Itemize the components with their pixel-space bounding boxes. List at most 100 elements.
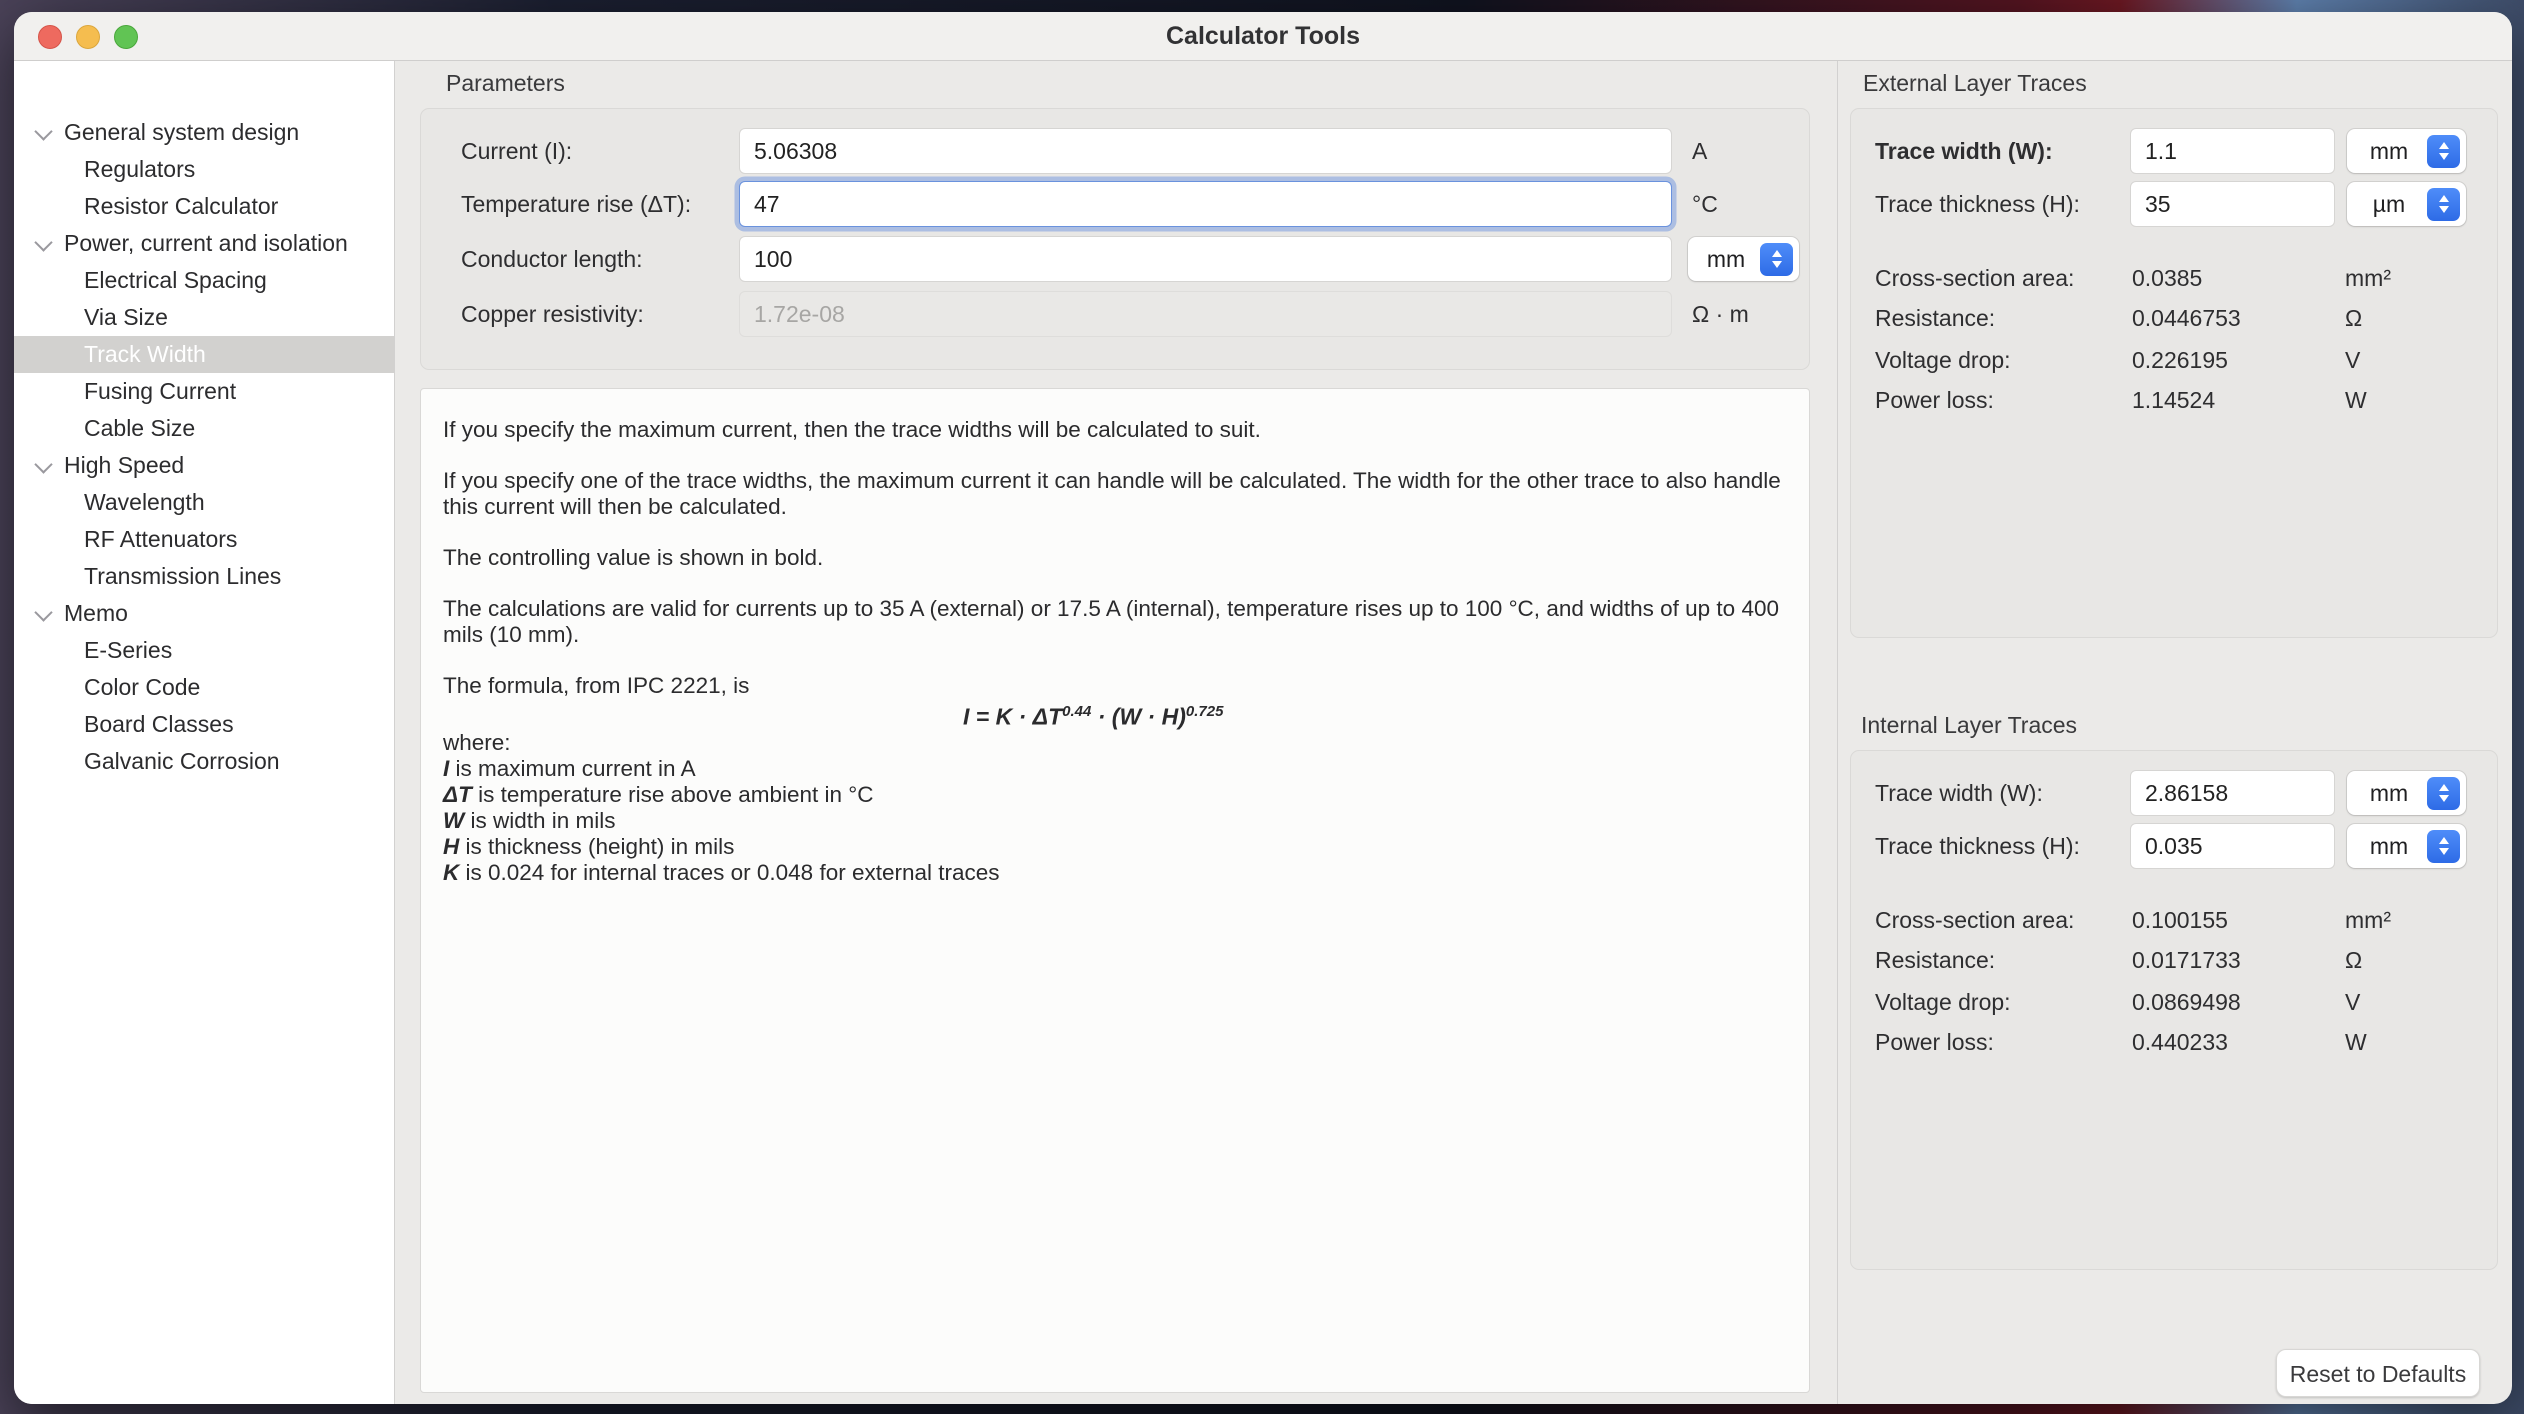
internal-trace-thickness-input[interactable] xyxy=(2130,823,2335,869)
result-unit: Ω xyxy=(2345,298,2362,338)
result-unit: V xyxy=(2345,982,2360,1022)
external-voltage-drop-row: Voltage drop: 0.226195 V xyxy=(1851,340,2497,380)
internal-power-loss-row: Power loss: 0.440233 W xyxy=(1851,1022,2497,1062)
chevron-down-icon[interactable] xyxy=(34,233,52,251)
stepper-icon xyxy=(2427,777,2460,810)
temperature-rise-row: Temperature rise (ΔT): °C xyxy=(421,181,1809,227)
external-trace-width-row: Trace width (W): mm xyxy=(1851,128,2497,174)
internal-trace-thickness-unit-select[interactable]: mm xyxy=(2347,824,2466,868)
internal-trace-width-label: Trace width (W): xyxy=(1875,770,2043,816)
unit-select-value: mm xyxy=(2347,780,2427,807)
sidebar-item-power-current-and-isolation[interactable]: Power, current and isolation xyxy=(14,225,394,262)
conductor-length-row: Conductor length: mm xyxy=(421,236,1809,282)
result-unit: mm² xyxy=(2345,258,2391,298)
sidebar-item-transmission-lines[interactable]: Transmission Lines xyxy=(14,558,394,595)
result-value: 0.0385 xyxy=(2132,258,2202,298)
external-trace-thickness-input[interactable] xyxy=(2130,181,2335,227)
sidebar-item-galvanic-corrosion[interactable]: Galvanic Corrosion xyxy=(14,743,394,780)
sidebar-item-wavelength[interactable]: Wavelength xyxy=(14,484,394,521)
sidebar-item-general-system-design[interactable]: General system design xyxy=(14,114,394,151)
sidebar-item-label: Power, current and isolation xyxy=(64,225,348,262)
external-resistance-row: Resistance: 0.0446753 Ω xyxy=(1851,298,2497,338)
result-value: 0.440233 xyxy=(2132,1022,2228,1062)
external-trace-thickness-unit-select[interactable]: µm xyxy=(2347,182,2466,226)
sidebar-item-label: Via Size xyxy=(84,299,168,336)
temperature-rise-unit: °C xyxy=(1692,181,1718,227)
internal-trace-width-input[interactable] xyxy=(2130,770,2335,816)
parameters-groupbox: Current (I): A Temperature rise (ΔT): °C… xyxy=(420,108,1810,370)
sidebar-item-memo[interactable]: Memo xyxy=(14,595,394,632)
sidebar-item-cable-size[interactable]: Cable Size xyxy=(14,410,394,447)
external-section-label: External Layer Traces xyxy=(1863,70,2087,97)
internal-trace-width-row: Trace width (W): mm xyxy=(1851,770,2497,816)
result-label: Power loss: xyxy=(1875,1022,1994,1062)
help-text-panel: If you specify the maximum current, then… xyxy=(420,388,1810,1393)
sidebar-item-via-size[interactable]: Via Size xyxy=(14,299,394,336)
external-groupbox: Trace width (W): mm Trace thickness (H):… xyxy=(1850,108,2498,638)
temperature-rise-input[interactable] xyxy=(739,181,1672,227)
help-paragraph: The calculations are valid for currents … xyxy=(443,596,1785,648)
sidebar-item-label: High Speed xyxy=(64,447,184,484)
sidebar-item-color-code[interactable]: Color Code xyxy=(14,669,394,706)
sidebar-item-label: Transmission Lines xyxy=(84,558,281,595)
stepper-icon xyxy=(2427,135,2460,168)
internal-trace-thickness-row: Trace thickness (H): mm xyxy=(1851,823,2497,869)
current-label: Current (I): xyxy=(461,128,572,174)
sidebar-item-label: Board Classes xyxy=(84,706,234,743)
result-label: Resistance: xyxy=(1875,298,1995,338)
panel-divider xyxy=(1837,61,1838,1404)
internal-trace-width-unit-select[interactable]: mm xyxy=(2347,771,2466,815)
sidebar-item-electrical-spacing[interactable]: Electrical Spacing xyxy=(14,262,394,299)
conductor-length-input[interactable] xyxy=(739,236,1672,282)
internal-cross-section-row: Cross-section area: 0.100155 mm² xyxy=(1851,900,2497,940)
sidebar-item-label: Fusing Current xyxy=(84,373,236,410)
external-power-loss-row: Power loss: 1.14524 W xyxy=(1851,380,2497,420)
result-value: 0.0869498 xyxy=(2132,982,2241,1022)
chevron-down-icon[interactable] xyxy=(34,122,52,140)
where-line: K is 0.024 for internal traces or 0.048 … xyxy=(443,860,1785,886)
sidebar-item-label: Electrical Spacing xyxy=(84,262,267,299)
stepper-icon xyxy=(1760,243,1793,276)
unit-select-value: mm xyxy=(2347,833,2427,860)
calculator-tools-window: Calculator Tools General system designRe… xyxy=(14,12,2512,1404)
external-trace-thickness-row: Trace thickness (H): µm xyxy=(1851,181,2497,227)
result-label: Resistance: xyxy=(1875,940,1995,980)
conductor-length-unit-select[interactable]: mm xyxy=(1688,237,1799,281)
where-line: W is width in mils xyxy=(443,808,1785,834)
copper-resistivity-unit: Ω · m xyxy=(1692,291,1749,337)
where-line: ΔT is temperature rise above ambient in … xyxy=(443,782,1785,808)
sidebar-item-fusing-current[interactable]: Fusing Current xyxy=(14,373,394,410)
result-value: 0.0446753 xyxy=(2132,298,2241,338)
external-trace-width-input[interactable] xyxy=(2130,128,2335,174)
sidebar-item-high-speed[interactable]: High Speed xyxy=(14,447,394,484)
sidebar-item-regulators[interactable]: Regulators xyxy=(14,151,394,188)
sidebar-item-track-width[interactable]: Track Width xyxy=(14,336,394,373)
external-trace-width-unit-select[interactable]: mm xyxy=(2347,129,2466,173)
stepper-icon xyxy=(2427,830,2460,863)
sidebar-item-label: General system design xyxy=(64,114,299,151)
reset-to-defaults-button[interactable]: Reset to Defaults xyxy=(2276,1349,2480,1397)
result-unit: W xyxy=(2345,1022,2367,1062)
sidebar-item-label: Memo xyxy=(64,595,128,632)
chevron-down-icon[interactable] xyxy=(34,603,52,621)
sidebar-item-e-series[interactable]: E-Series xyxy=(14,632,394,669)
result-label: Voltage drop: xyxy=(1875,982,2011,1022)
unit-select-value: mm xyxy=(2347,138,2427,165)
parameters-section-label: Parameters xyxy=(446,70,565,97)
formula-intro: The formula, from IPC 2221, is xyxy=(443,673,1785,699)
sidebar-item-board-classes[interactable]: Board Classes xyxy=(14,706,394,743)
copper-resistivity-row: Copper resistivity: Ω · m xyxy=(421,291,1809,337)
copper-resistivity-input xyxy=(739,291,1672,337)
sidebar-item-rf-attenuators[interactable]: RF Attenuators xyxy=(14,521,394,558)
copper-resistivity-label: Copper resistivity: xyxy=(461,291,644,337)
unit-select-value: mm xyxy=(1688,246,1760,273)
internal-voltage-drop-row: Voltage drop: 0.0869498 V xyxy=(1851,982,2497,1022)
current-unit: A xyxy=(1692,128,1707,174)
where-line: H is thickness (height) in mils xyxy=(443,834,1785,860)
chevron-down-icon[interactable] xyxy=(34,455,52,473)
sidebar-item-resistor-calculator[interactable]: Resistor Calculator xyxy=(14,188,394,225)
sidebar-item-label: Galvanic Corrosion xyxy=(84,743,280,780)
current-input[interactable] xyxy=(739,128,1672,174)
conductor-length-label: Conductor length: xyxy=(461,236,643,282)
internal-trace-thickness-label: Trace thickness (H): xyxy=(1875,823,2080,869)
